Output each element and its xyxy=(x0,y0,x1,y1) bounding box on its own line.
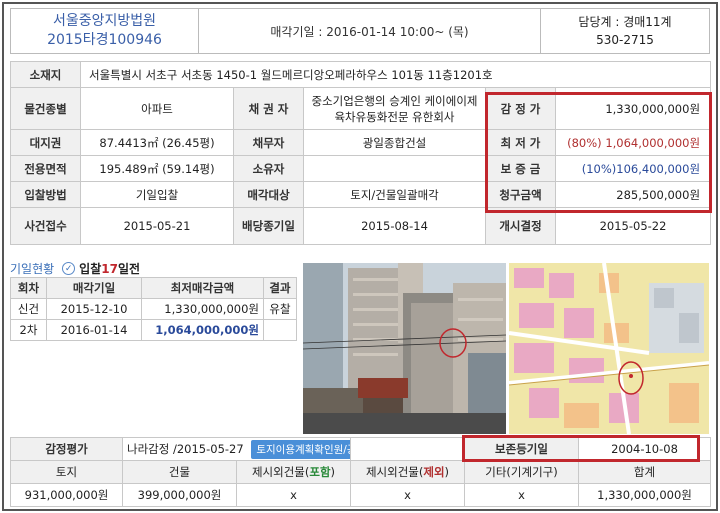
dividend-label: 배당종기일 xyxy=(233,207,304,245)
debtor-value: 광일종합건설 xyxy=(303,129,486,156)
history-title[interactable]: 기일현황 xyxy=(10,260,54,277)
target-label: 매각대상 xyxy=(233,181,304,208)
history-round: 2차 xyxy=(10,319,47,341)
auction-history-table: 회차 매각기일 최저매각금액 결과 신건 2015-12-10 1,330,00… xyxy=(10,277,297,371)
building-photo[interactable] xyxy=(303,263,506,434)
building-photo-image xyxy=(303,263,506,434)
appraisal-agency-label: 감정평가 xyxy=(10,437,123,461)
decision-value: 2015-05-22 xyxy=(554,207,712,245)
debtor-label: 채무자 xyxy=(233,129,304,156)
method-value: 기일입찰 xyxy=(80,181,234,208)
department: 담당계 : 경매11계 xyxy=(578,15,672,29)
land-value: 87.4413㎡ (26.45평) xyxy=(80,129,234,156)
owner-value xyxy=(303,155,486,182)
building-amount: 399,000,000원 xyxy=(122,483,237,507)
area-value: 195.489㎡ (59.14평) xyxy=(80,155,234,182)
owner-label: 소유자 xyxy=(233,155,304,182)
type-value: 아파트 xyxy=(80,87,234,130)
col-extra-included: 제시외건물(포함) xyxy=(236,460,351,484)
decision-label: 개시결정 xyxy=(485,207,556,245)
col-extra-excluded: 제시외건물(제외) xyxy=(350,460,465,484)
case-number: 2015타경100946 xyxy=(47,32,162,48)
creditor-value: 중소기업은행의 승계인 케이에이제육차유동화전문 유한회사 xyxy=(303,87,486,130)
total-amount: 1,330,000,000원 xyxy=(578,483,711,507)
sale-date: 매각기일 : 2016-01-14 10:00~ (목) xyxy=(199,9,541,53)
extra-excluded-amount: x xyxy=(350,483,465,507)
phone-number: 530-2715 xyxy=(596,33,654,47)
location-map-image xyxy=(509,263,709,434)
col-land: 토지 xyxy=(10,460,123,484)
history-col-round: 회차 xyxy=(10,277,47,299)
appraisal-agency: 나라감정 /2015-05-27 토지이용계획확인원/공시지가 xyxy=(122,437,351,461)
history-date: 2015-12-10 xyxy=(46,298,142,320)
extra-included-amount: x xyxy=(236,483,351,507)
history-col-date: 매각기일 xyxy=(46,277,142,299)
received-value: 2015-05-21 xyxy=(80,207,234,245)
case-header: 서울중앙지방법원 2015타경100946 매각기일 : 2016-01-14 … xyxy=(10,8,710,54)
court-box: 서울중앙지방법원 2015타경100946 xyxy=(11,9,199,53)
location-label: 소재지 xyxy=(10,61,81,88)
history-date: 2016-01-14 xyxy=(46,319,142,341)
area-label: 전용면적 xyxy=(10,155,81,182)
creditor-label: 채 권 자 xyxy=(233,87,304,130)
table-row: 신건 2015-12-10 1,330,000,000원 유찰 xyxy=(10,298,297,320)
dividend-value: 2015-08-14 xyxy=(303,207,486,245)
land-use-link-button[interactable]: 토지이용계획확인원/공시지가 xyxy=(251,439,350,459)
history-round: 신건 xyxy=(10,298,47,320)
target-value: 토지/건물일괄매각 xyxy=(303,181,486,208)
check-circle-icon: ✓ xyxy=(62,262,76,275)
received-label: 사건접수 xyxy=(10,207,81,245)
land-label: 대지권 xyxy=(10,129,81,156)
priority-highlight-box xyxy=(462,435,700,462)
history-col-result: 결과 xyxy=(263,277,297,299)
location-map[interactable] xyxy=(509,263,709,434)
history-price: 1,064,000,000원 xyxy=(141,319,264,341)
land-amount: 931,000,000원 xyxy=(10,483,123,507)
days-remaining: 입찰17일전 xyxy=(79,262,141,276)
appraisal-agency-value: 나라감정 /2015-05-27 xyxy=(127,441,244,456)
table-row: 2차 2016-01-14 1,064,000,000원 xyxy=(10,319,297,341)
location-value: 서울특별시 서초구 서초동 1450-1 월드메르디앙오페라하우스 101동 1… xyxy=(79,61,712,88)
history-result: 유찰 xyxy=(263,298,297,320)
contact-box: 담당계 : 경매11계 530-2715 xyxy=(541,9,709,53)
type-label: 물건종별 xyxy=(10,87,81,130)
price-highlight-box xyxy=(485,92,712,213)
history-header: 기일현황 ✓ 입찰17일전 xyxy=(10,260,140,277)
col-total: 합계 xyxy=(578,460,711,484)
court-name: 서울중앙지방법원 xyxy=(52,13,157,29)
history-col-price: 최저매각금액 xyxy=(141,277,264,299)
col-other: 기타(기계기구) xyxy=(464,460,579,484)
method-label: 입찰방법 xyxy=(10,181,81,208)
history-result xyxy=(263,319,297,341)
history-price: 1,330,000,000원 xyxy=(141,298,264,320)
col-building: 건물 xyxy=(122,460,237,484)
other-amount: x xyxy=(464,483,579,507)
